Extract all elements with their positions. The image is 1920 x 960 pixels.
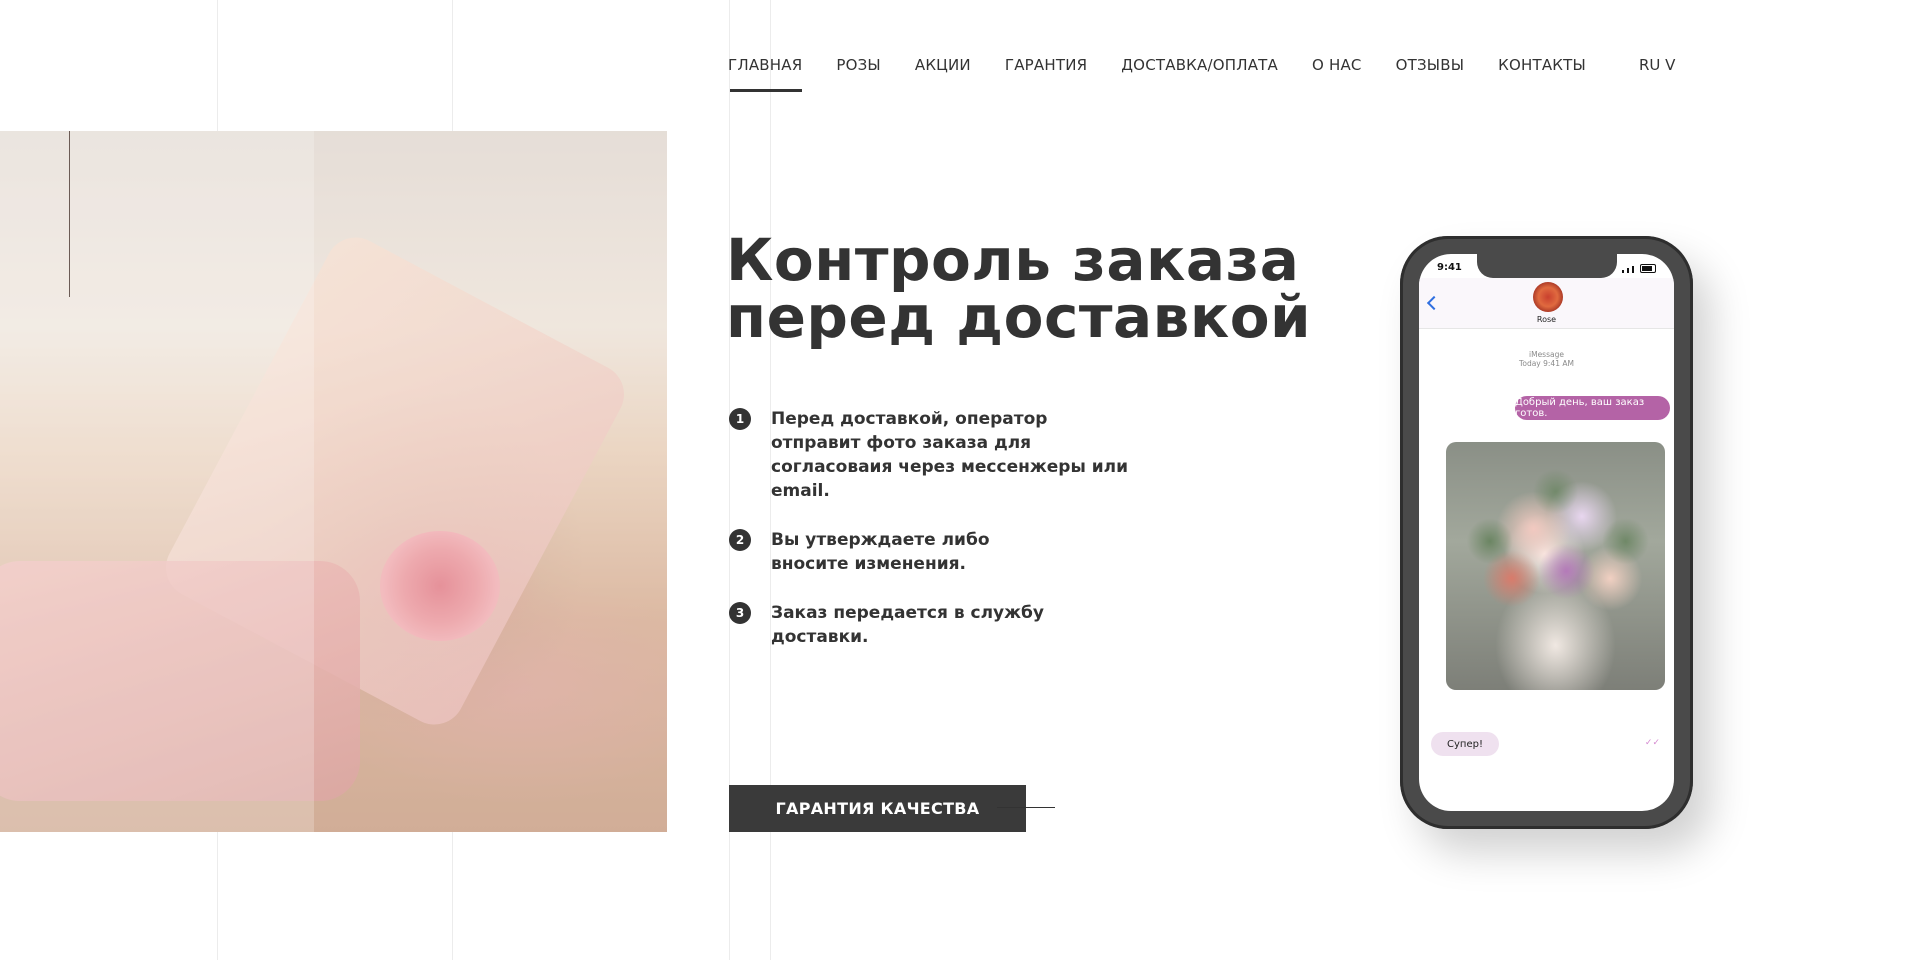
incoming-message-bubble: Супер! (1431, 732, 1499, 756)
message-time: Today 9:41 AM (1519, 359, 1574, 368)
nav-item-home[interactable]: ГЛАВНАЯ (728, 56, 803, 92)
step-number: 1 (729, 408, 751, 430)
read-receipt-icon: ✓✓ (1644, 738, 1660, 748)
signal-icon (1622, 270, 1624, 273)
page-title-line-1: Контроль заказа (726, 226, 1300, 294)
quality-guarantee-button[interactable]: ГАРАНТИЯ КАЧЕСТВА (729, 785, 1026, 832)
phone-mockup: 9:41 Rose iMessage Today 9:41 AM Добрый … (1400, 236, 1693, 829)
signal-icon (1627, 268, 1629, 273)
phone-notch (1477, 254, 1617, 278)
back-chevron-icon[interactable] (1426, 295, 1442, 311)
step-number: 2 (729, 529, 751, 551)
imessage-timestamp: iMessage Today 9:41 AM (1419, 350, 1674, 368)
step-item: 1 Перед доставкой, оператор отправит фот… (729, 407, 1149, 503)
battery-icon (1640, 264, 1656, 273)
contact-avatar[interactable] (1533, 282, 1563, 312)
phone-screen: 9:41 Rose iMessage Today 9:41 AM Добрый … (1419, 254, 1674, 811)
language-selector[interactable]: RU V (1639, 56, 1675, 74)
imessage-service-label: iMessage (1529, 350, 1564, 359)
step-text: Перед доставкой, оператор отправит фото … (771, 409, 1129, 501)
step-number: 3 (729, 602, 751, 624)
hero-bouquet-photo (0, 131, 667, 832)
step-item: 2 Вы утверждаете либо вносите изменения. (729, 528, 1149, 576)
photo-greenery (1446, 442, 1665, 690)
main-nav: ГЛАВНАЯ РОЗЫ АКЦИИ ГАРАНТИЯ ДОСТАВКА/ОПЛ… (728, 56, 1620, 92)
nav-item-roses[interactable]: РОЗЫ (836, 56, 881, 74)
photo-accent-line (69, 131, 70, 297)
step-item: 3 Заказ передается в службу доставки. (729, 601, 1149, 649)
step-text: Вы утверждаете либо вносите изменения. (771, 530, 990, 574)
nav-item-reviews[interactable]: ОТЗЫВЫ (1396, 56, 1465, 74)
cta-decorative-line (997, 807, 1055, 808)
page-title: Контроль заказа перед доставкой (726, 226, 1346, 351)
status-icons (1622, 264, 1656, 273)
page-title-line-2: перед доставкой (726, 283, 1312, 351)
photo-light-band (0, 131, 314, 832)
nav-item-guarantee[interactable]: ГАРАНТИЯ (1005, 56, 1087, 74)
steps-list: 1 Перед доставкой, оператор отправит фот… (729, 407, 1149, 674)
nav-item-delivery-payment[interactable]: ДОСТАВКА/ОПЛАТА (1121, 56, 1278, 74)
nav-item-promotions[interactable]: АКЦИИ (915, 56, 971, 74)
nav-item-about[interactable]: О НАС (1312, 56, 1362, 74)
contact-name: Rose (1536, 315, 1557, 324)
message-bouquet-photo[interactable] (1446, 442, 1665, 690)
status-time: 9:41 (1437, 262, 1462, 273)
outgoing-message-bubble: Добрый день, ваш заказ готов. (1515, 396, 1670, 420)
nav-item-contacts[interactable]: КОНТАКТЫ (1498, 56, 1586, 74)
step-text: Заказ передается в службу доставки. (771, 603, 1044, 647)
signal-icon (1632, 266, 1634, 273)
message-header: Rose (1419, 278, 1674, 329)
